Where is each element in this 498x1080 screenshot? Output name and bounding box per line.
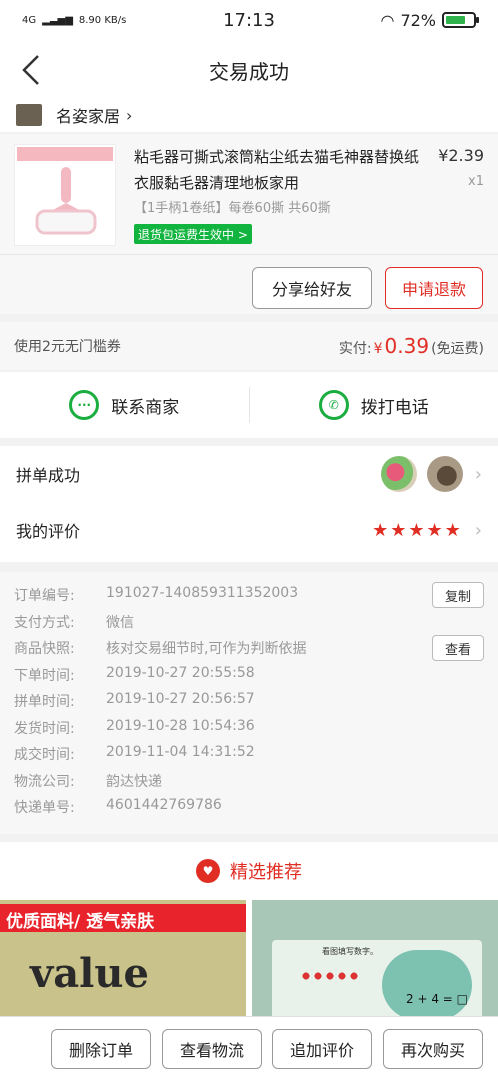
paid-value: 0.39 bbox=[384, 334, 430, 358]
order-detail-label: 支付方式: bbox=[14, 614, 75, 631]
view-snapshot-button[interactable]: 查看 bbox=[432, 635, 484, 661]
group-review-card: 拼单成功 › 我的评价 ★★★★★ › bbox=[0, 446, 498, 562]
coupon-info: 使用2元无门槛券 bbox=[14, 339, 121, 355]
order-detail-value: 2019-10-27 20:56:57 bbox=[106, 691, 255, 707]
order-detail-row: 物流公司: 韵达快递 bbox=[14, 771, 162, 791]
order-detail-row: 下单时间: 2019-10-27 20:55:58 bbox=[14, 665, 255, 685]
product-title[interactable]: 粘毛器可撕式滚筒粘尘纸去猫毛神器替换纸衣服黏毛器清理地板家用 bbox=[134, 144, 419, 196]
shop-avatar bbox=[16, 104, 42, 126]
add-review-button[interactable]: 追加评价 bbox=[272, 1029, 372, 1069]
share-button[interactable]: 分享给好友 bbox=[252, 267, 372, 309]
order-detail-row: 订单编号: 191027-140859311352003 bbox=[14, 585, 298, 605]
group-status-label: 拼单成功 bbox=[16, 466, 81, 485]
contact-merchant-button[interactable]: ··· 联系商家 bbox=[0, 390, 249, 420]
order-detail-row: 快递单号: 4601442769786 bbox=[14, 797, 222, 817]
order-detail-value: 2019-10-27 20:55:58 bbox=[106, 664, 255, 681]
paid-amount: 实付: ¥ 0.39 (免运费) bbox=[339, 334, 484, 358]
order-detail-row: 商品快照: 核对交易细节时,可作为判断依据 bbox=[14, 638, 306, 658]
order-detail-row: 发货时间: 2019-10-28 10:54:36 bbox=[14, 718, 255, 738]
clock: 17:13 bbox=[223, 9, 275, 31]
bottom-action-bar: 删除订单 查看物流 追加评价 再次购买 bbox=[0, 1016, 498, 1080]
product-spec: 【1手柄1卷纸】每卷60撕 共60撕 bbox=[134, 201, 331, 216]
recommend-header: ♥ 精选推荐 bbox=[0, 842, 498, 900]
shop-name: 名姿家居 bbox=[56, 107, 121, 126]
avatar bbox=[380, 456, 417, 492]
order-detail-row: 支付方式: 微信 bbox=[14, 612, 134, 632]
product-card[interactable]: 粘毛器可撕式滚筒粘尘纸去猫毛神器替换纸衣服黏毛器清理地板家用 ¥2.39 x1 … bbox=[0, 134, 498, 254]
recommend-item-banner: 优质面料/ 透气亲肤 bbox=[0, 904, 246, 932]
order-detail-label: 快递单号: bbox=[14, 800, 75, 816]
buy-again-button[interactable]: 再次购买 bbox=[383, 1029, 483, 1069]
equation-text: 2 + 4 = □ bbox=[406, 992, 468, 1006]
product-actions: 分享给好友 申请退款 bbox=[0, 254, 498, 314]
currency-symbol: ¥ bbox=[373, 341, 383, 357]
apples-image bbox=[300, 970, 360, 982]
phone-icon: ✆ bbox=[318, 390, 349, 420]
back-arrow-icon[interactable] bbox=[14, 50, 54, 90]
recommend-item[interactable]: 看图填写数字。 2 + 4 = □ bbox=[252, 900, 498, 1016]
order-detail-label: 发货时间: bbox=[14, 720, 75, 737]
workbook-caption: 看图填写数字。 bbox=[322, 947, 378, 956]
order-detail-label: 物流公司: bbox=[14, 773, 75, 790]
shop-row[interactable]: 名姿家居 › bbox=[0, 98, 498, 132]
order-detail-row: 拼单时间: 2019-10-27 20:56:57 bbox=[14, 691, 255, 711]
order-detail-value: 韵达快递 bbox=[106, 773, 162, 790]
group-avatars bbox=[380, 456, 463, 492]
contact-merchant-label: 联系商家 bbox=[111, 397, 180, 418]
recommend-title: 精选推荐 bbox=[230, 862, 302, 883]
nav-bar: 交易成功 bbox=[0, 40, 498, 100]
group-status-row[interactable]: 拼单成功 › bbox=[0, 446, 498, 502]
star-rating: ★★★★★ bbox=[372, 519, 463, 541]
order-details: 复制 查看 订单编号: 191027-140859311352003 支付方式: 微信… bbox=[0, 572, 498, 834]
contact-bar: ··· 联系商家 ✆ 拨打电话 bbox=[0, 372, 498, 438]
shipping-note: (免运费) bbox=[431, 341, 484, 357]
recommend-grid: 优质面料/ 透气亲肤 value 看图填写数字。 2 + 4 = □ bbox=[0, 900, 498, 1016]
avatar bbox=[426, 456, 463, 492]
review-label: 我的评价 bbox=[16, 522, 81, 541]
order-detail-label: 拼单时间: bbox=[14, 694, 75, 710]
page-title: 交易成功 bbox=[209, 59, 289, 84]
status-bar: 4G ▂▃▅▆ 8.90 KB/s 17:13 ◠ 72% bbox=[0, 0, 498, 40]
copy-button[interactable]: 复制 bbox=[432, 582, 484, 608]
order-detail-label: 订单编号: bbox=[14, 588, 75, 604]
chevron-right-icon: › bbox=[474, 463, 482, 485]
equation-bubble bbox=[382, 950, 472, 1016]
call-label: 拨打电话 bbox=[360, 397, 429, 418]
delete-order-button[interactable]: 删除订单 bbox=[51, 1029, 151, 1069]
view-logistics-button[interactable]: 查看物流 bbox=[162, 1029, 262, 1069]
my-review-row[interactable]: 我的评价 ★★★★★ › bbox=[0, 502, 498, 558]
return-shipping-badge[interactable]: 退货包运费生效中 > bbox=[134, 224, 252, 244]
refund-button[interactable]: 申请退款 bbox=[385, 267, 483, 309]
order-detail-value: 微信 bbox=[106, 614, 134, 631]
call-button[interactable]: ✆ 拨打电话 bbox=[250, 390, 498, 420]
order-detail-row: 成交时间: 2019-11-04 14:31:52 bbox=[14, 744, 255, 764]
order-detail-value: 191027-140859311352003 bbox=[106, 585, 299, 601]
product-thumbnail[interactable] bbox=[14, 144, 116, 246]
product-quantity: x1 bbox=[468, 174, 484, 189]
heart-icon: ♥ bbox=[196, 859, 220, 883]
chat-icon: ··· bbox=[69, 390, 100, 420]
recommend-item-print: value bbox=[30, 950, 149, 997]
order-detail-value: 4601442769786 bbox=[106, 797, 222, 813]
battery-icon bbox=[442, 12, 479, 28]
order-detail-label: 下单时间: bbox=[14, 667, 75, 684]
order-detail-value: 核对交易细节时,可作为判断依据 bbox=[106, 641, 307, 657]
paid-label: 实付: bbox=[338, 341, 372, 357]
order-detail-value: 2019-11-04 14:31:52 bbox=[106, 744, 255, 760]
order-detail-label: 成交时间: bbox=[14, 747, 75, 763]
chevron-right-icon: › bbox=[126, 105, 133, 125]
thumbnail-tag bbox=[17, 147, 113, 161]
payment-row: 使用2元无门槛券 实付: ¥ 0.39 (免运费) bbox=[0, 322, 498, 370]
order-detail-label: 商品快照: bbox=[14, 641, 75, 657]
chevron-right-icon: › bbox=[474, 519, 482, 541]
product-price: ¥2.39 bbox=[438, 146, 484, 165]
order-detail-value: 2019-10-28 10:54:36 bbox=[106, 717, 255, 734]
recommend-item[interactable]: 优质面料/ 透气亲肤 value bbox=[0, 900, 246, 1016]
